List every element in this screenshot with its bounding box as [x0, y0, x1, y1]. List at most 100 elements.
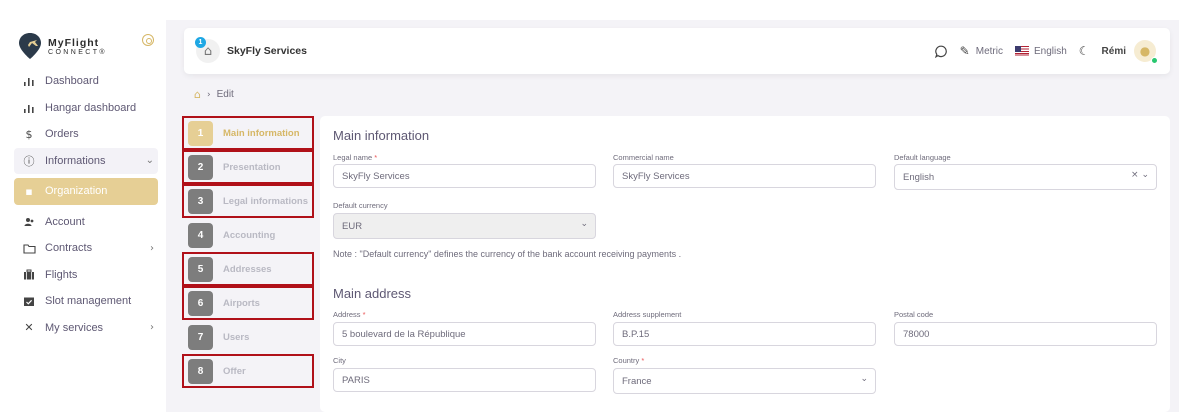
chevron-right-icon: ›: [206, 89, 211, 100]
units-label: Metric: [975, 45, 1003, 57]
sidebar-item-contracts[interactable]: Contracts ›: [14, 235, 158, 262]
sidebar-item-dashboard[interactable]: Dashboard: [14, 68, 158, 95]
default-currency-value: EUR: [342, 220, 363, 232]
sidebar-item-slot-management[interactable]: Slot management: [14, 288, 158, 315]
section-title-main-information: Main information: [333, 128, 430, 143]
sidebar-item-my-services[interactable]: ✕ My services ›: [14, 315, 158, 342]
top-navbar: ⌂ 1 SkyFly Services ✎ Metric English ☾ R…: [184, 28, 1170, 74]
topbar-actions: ✎ Metric English ☾ Rémi ●: [923, 39, 1158, 64]
avatar[interactable]: ●: [1134, 40, 1158, 64]
step-label: Legal informations: [223, 195, 308, 207]
sidebar-item-orders[interactable]: $ Orders: [14, 121, 158, 148]
city-field[interactable]: PARIS: [333, 368, 596, 392]
legal-name-label: Legal name *: [333, 153, 378, 162]
user-name: Rémi: [1101, 45, 1126, 57]
ruler-icon: ✎: [959, 44, 970, 58]
step-label: Offer: [223, 365, 246, 377]
step-label: Addresses: [223, 263, 272, 275]
breadcrumb-current: Edit: [216, 89, 234, 100]
home-icon[interactable]: ⌂: [194, 88, 201, 101]
info-icon: ⓘ: [23, 154, 35, 168]
default-language-value: English: [903, 171, 935, 183]
sidebar: MyFlight CONNECT® Dashboard Hangar dashb…: [0, 0, 166, 412]
language-label: English: [1033, 45, 1067, 57]
units-toggle[interactable]: ✎ Metric: [960, 44, 1003, 58]
sidebar-item-label: Organization: [45, 185, 108, 198]
chat-button[interactable]: [934, 45, 948, 58]
step-number: 3: [188, 188, 213, 214]
dollar-icon: $: [25, 127, 33, 141]
postal-code-label: Postal code: [894, 310, 934, 319]
step-label: Airports: [223, 297, 260, 309]
sidebar-item-informations[interactable]: ⓘ Informations ⌄: [14, 147, 158, 174]
city-label: City: [333, 356, 346, 365]
sidebar-item-label: Slot management: [45, 295, 132, 308]
sidebar-item-organization[interactable]: ▪ Organization: [14, 178, 158, 205]
online-status-dot: [1151, 57, 1158, 64]
step-label: Presentation: [223, 161, 281, 173]
address-supplement-field[interactable]: B.P.15: [613, 322, 876, 346]
legal-name-field[interactable]: SkyFly Services: [333, 164, 596, 188]
step-number: 5: [188, 256, 213, 282]
step-airports[interactable]: 6 Airports: [182, 286, 314, 320]
step-number: 8: [188, 358, 213, 384]
step-number: 4: [188, 222, 213, 248]
brand-name: MyFlight: [48, 37, 100, 49]
commercial-name-field[interactable]: SkyFly Services: [613, 164, 876, 188]
folder-icon: [22, 241, 36, 255]
country-value: France: [622, 375, 652, 387]
dark-mode-toggle[interactable]: ☾: [1079, 44, 1090, 58]
sidebar-nav: Dashboard Hangar dashboard $ Orders ⓘ In…: [14, 68, 158, 341]
sidebar-toggle-icon[interactable]: [142, 34, 154, 46]
address-field[interactable]: 5 boulevard de la République: [333, 322, 596, 346]
moon-icon: ☾: [1078, 44, 1090, 58]
briefcase-icon: [22, 268, 36, 282]
sidebar-item-label: Orders: [45, 128, 79, 141]
postal-code-field[interactable]: 78000: [894, 322, 1157, 346]
default-currency-select[interactable]: EUR ⌄: [333, 213, 596, 239]
chevron-right-icon: ›: [150, 242, 154, 254]
country-select[interactable]: France ⌄: [613, 368, 876, 394]
chevron-down-icon: ⌄: [860, 374, 868, 384]
bar-chart-icon: [22, 74, 36, 88]
currency-note: Note : "Default currency" defines the cu…: [333, 249, 682, 259]
app-root: MyFlight CONNECT® Dashboard Hangar dashb…: [0, 0, 1179, 412]
brand-logo[interactable]: MyFlight CONNECT®: [18, 32, 158, 62]
step-accounting[interactable]: 4 Accounting: [182, 218, 314, 252]
plane-pin-icon: [19, 33, 41, 59]
organization-form: Main information Legal name * SkyFly Ser…: [320, 116, 1170, 412]
clear-chevron-icon[interactable]: × ⌄: [1131, 170, 1149, 180]
step-legal-informations[interactable]: 3 Legal informations: [182, 184, 314, 218]
main-content: ⌂ 1 SkyFly Services ✎ Metric English ☾ R…: [166, 20, 1179, 412]
sidebar-item-label: Flights: [45, 268, 78, 281]
default-language-select[interactable]: English × ⌄: [894, 164, 1157, 190]
sidebar-item-label: Contracts: [45, 242, 93, 255]
address-label: Address *: [333, 310, 366, 319]
language-selector[interactable]: English: [1014, 45, 1067, 57]
brand-subname: CONNECT®: [48, 49, 107, 56]
default-language-label: Default language: [894, 153, 951, 162]
step-label: Accounting: [223, 229, 276, 241]
step-offer[interactable]: 8 Offer: [182, 354, 314, 388]
country-label: Country *: [613, 356, 645, 365]
chevron-down-icon: ⌄: [145, 155, 154, 167]
step-main-information[interactable]: 1 Main information: [182, 116, 314, 150]
sidebar-item-account[interactable]: Account: [14, 209, 158, 236]
users-icon: [22, 215, 36, 229]
sidebar-item-label: My services: [45, 321, 104, 334]
wizard-steps: 1 Main information 2 Presentation 3 Lega…: [182, 116, 314, 388]
step-number: 2: [188, 154, 213, 180]
building-icon: ▪: [25, 184, 33, 198]
sidebar-item-flights[interactable]: Flights: [14, 262, 158, 289]
step-addresses[interactable]: 5 Addresses: [182, 252, 314, 286]
chat-bubble-icon: [934, 45, 947, 58]
calendar-check-icon: [22, 294, 36, 308]
step-users[interactable]: 7 Users: [182, 320, 314, 354]
user-menu[interactable]: Rémi ●: [1101, 40, 1158, 64]
sidebar-item-hangar-dashboard[interactable]: Hangar dashboard: [14, 95, 158, 122]
chevron-down-icon: ⌄: [580, 219, 588, 229]
step-label: Main information: [223, 127, 300, 139]
step-number: 7: [188, 324, 213, 350]
tools-icon: ✕: [24, 321, 34, 335]
step-presentation[interactable]: 2 Presentation: [182, 150, 314, 184]
